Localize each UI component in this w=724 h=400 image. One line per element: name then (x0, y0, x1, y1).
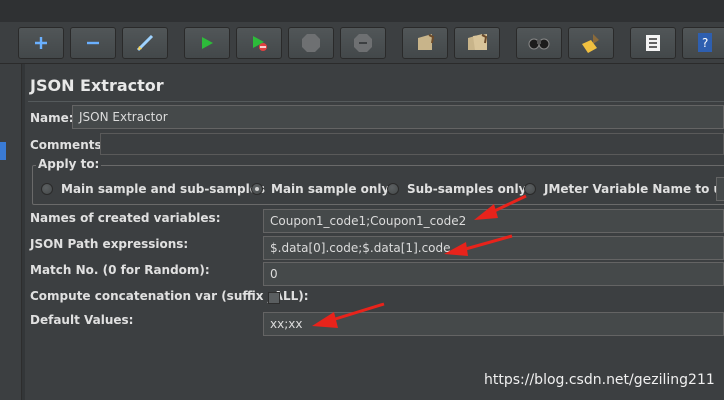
page-title: JSON Extractor (30, 76, 164, 95)
watermark: https://blog.csdn.net/geziling211 (484, 372, 715, 388)
start-no-pauses-icon (253, 36, 267, 51)
apply-to-legend: Apply to: (36, 157, 102, 171)
add-icon (35, 37, 47, 49)
svg-text:?: ? (702, 36, 708, 50)
default-values-label: Default Values: (30, 313, 134, 327)
shutdown-icon (354, 34, 372, 52)
json-path-label: JSON Path expressions: (30, 237, 189, 251)
top-strip (0, 0, 724, 22)
name-label: Name: (30, 111, 74, 125)
clear-all-icon (468, 34, 488, 50)
help-button[interactable]: ? (682, 27, 724, 59)
comments-label: Comments: (30, 138, 107, 152)
title-separator (28, 101, 724, 102)
concat-checkbox[interactable] (268, 292, 280, 304)
match-no-field[interactable]: 0 (263, 262, 724, 286)
jmeter-variable-field[interactable] (716, 177, 724, 201)
radio-main-and-sub[interactable] (41, 183, 53, 195)
start-no-pauses-button[interactable] (236, 27, 282, 59)
radio-main-only[interactable] (251, 183, 263, 195)
shutdown-button[interactable] (340, 27, 386, 59)
test-plan-tree[interactable] (0, 64, 22, 400)
annotation-arrow-names (474, 194, 527, 220)
clear-all-button[interactable] (454, 27, 500, 59)
add-button[interactable] (18, 27, 64, 59)
help-icon: ? (698, 33, 712, 52)
stop-icon (302, 34, 320, 52)
radio-sub-only[interactable] (387, 183, 399, 195)
remove-icon (87, 41, 99, 45)
start-button[interactable] (184, 27, 230, 59)
match-no-label: Match No. (0 for Random): (30, 263, 210, 277)
name-field[interactable]: JSON Extractor (72, 105, 724, 129)
reset-search-icon (582, 34, 599, 53)
clear-icon (418, 34, 435, 50)
annotation-arrow-defaults (312, 302, 385, 328)
concat-label: Compute concatenation var (suffix _ALL): (30, 289, 309, 303)
clear-button[interactable] (402, 27, 448, 59)
stop-button[interactable] (288, 27, 334, 59)
annotation-arrow-json-path (444, 234, 513, 256)
radio-main-only-label[interactable]: Main sample only (271, 182, 389, 196)
function-helper-icon (646, 35, 660, 51)
tree-selection-marker (0, 142, 6, 160)
radio-jmeter-variable-label[interactable]: JMeter Variable Name to use (544, 182, 724, 196)
toolbar: ? (0, 22, 724, 64)
names-label: Names of created variables: (30, 211, 221, 225)
toggle-icon (136, 34, 154, 52)
split-divider[interactable] (22, 64, 25, 400)
reset-search-button[interactable] (568, 27, 614, 59)
function-helper-button[interactable] (630, 27, 676, 59)
comments-field[interactable] (100, 133, 724, 155)
search-button[interactable] (516, 27, 562, 59)
search-icon (528, 38, 550, 50)
remove-button[interactable] (70, 27, 116, 59)
toggle-button[interactable] (122, 27, 168, 59)
radio-main-and-sub-label[interactable]: Main sample and sub-samples (61, 182, 265, 196)
start-icon (202, 37, 213, 49)
